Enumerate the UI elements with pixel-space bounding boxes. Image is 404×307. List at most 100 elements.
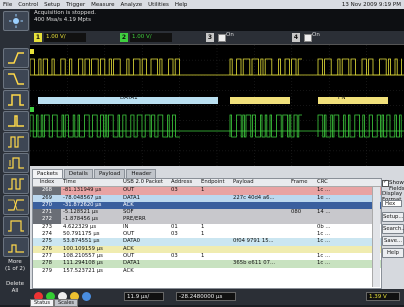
cell-crc xyxy=(315,267,339,275)
cell-crc: 1c ... xyxy=(315,186,339,195)
cell-index: 270 xyxy=(33,201,61,210)
cell-payload xyxy=(231,186,289,195)
table-row[interactable]: 279 157.523721 µs ACK xyxy=(33,267,381,275)
channel-2-number[interactable]: 2 xyxy=(120,33,128,42)
setup-hold-trigger-button[interactable] xyxy=(3,174,29,194)
cell-index: 273 xyxy=(33,223,61,232)
tab-packets[interactable]: Packets xyxy=(32,169,63,178)
pattern-icon xyxy=(8,136,24,148)
cell-packet: OUT xyxy=(121,252,169,261)
tab-status[interactable]: Status xyxy=(30,299,54,307)
help-button[interactable]: Help xyxy=(382,248,404,258)
table-row[interactable]: 269 -78.048567 µs DATA1 227c 40d4 a6... 1e .… xyxy=(33,194,381,202)
falling-edge-trigger-button[interactable] xyxy=(3,69,29,89)
menu-file[interactable]: File xyxy=(0,2,15,8)
column-endpoint[interactable]: Endpoint xyxy=(199,179,231,188)
tab-payload[interactable]: Payload xyxy=(93,169,126,178)
table-row[interactable]: 275 53.874551 µs DATA0 0f04 9791 15... 1c ..… xyxy=(33,238,381,246)
glitch-trigger-button[interactable] xyxy=(3,111,29,131)
cell-frame xyxy=(289,186,315,195)
tab-scales[interactable]: Scales xyxy=(53,299,78,307)
menu-help[interactable]: Help xyxy=(172,2,191,8)
default-setup-button[interactable] xyxy=(82,292,91,301)
column-address[interactable]: Address xyxy=(169,179,199,188)
table-row[interactable]: 274 50.791175 µs OUT 03 1 1c ... xyxy=(33,231,381,239)
trigger-level-field[interactable]: 1.39 V xyxy=(366,292,400,301)
column-index[interactable]: Index xyxy=(33,179,61,188)
table-row[interactable]: 268 -81.131949 µs OUT 03 1 1c ... xyxy=(33,186,381,195)
cell-endpoint: 1 xyxy=(199,231,231,239)
column-frame[interactable]: Frame xyxy=(289,179,315,188)
display-format-select[interactable]: Hex xyxy=(382,200,402,207)
delete-sub-label: All xyxy=(11,288,19,294)
tab-header[interactable]: Header xyxy=(126,169,157,178)
timeout-trigger-button[interactable] xyxy=(3,216,29,236)
channel-3-number[interactable]: 3 xyxy=(206,33,214,42)
column-time[interactable]: Time xyxy=(61,179,121,188)
show-fields-checkbox[interactable] xyxy=(382,179,389,187)
table-row[interactable]: 270 -31.872620 µs ACK xyxy=(33,201,381,210)
runt-trigger-button[interactable] xyxy=(3,237,29,257)
channel-1-scale[interactable]: 1.00 V/ xyxy=(44,33,86,42)
pattern-trigger-button[interactable] xyxy=(3,132,29,152)
column-crc[interactable]: CRC xyxy=(315,179,339,188)
packets-tabs: Packets Details Payload Header xyxy=(32,169,157,178)
menu-setup[interactable]: Setup xyxy=(41,2,63,8)
table-row[interactable]: 271 -5.128521 µs SOF 080 14 ... xyxy=(33,209,381,217)
waveform-trace xyxy=(30,58,180,76)
cell-index: 268 xyxy=(33,186,61,195)
cell-address xyxy=(169,245,199,253)
state-icon xyxy=(8,157,24,169)
cell-address xyxy=(169,201,199,210)
channel-4-on-checkbox[interactable] xyxy=(304,34,312,42)
waveform-trace xyxy=(317,58,402,76)
menu-trigger[interactable]: Trigger xyxy=(63,2,88,8)
menu-analyze[interactable]: Analyze xyxy=(117,2,145,8)
table-scrollbar[interactable] xyxy=(372,187,380,287)
decode-label-in: I N xyxy=(338,95,346,101)
status-tabs: Status Scales xyxy=(30,299,78,307)
setup-hold-icon xyxy=(8,178,24,190)
table-row[interactable]: 278 111.294108 µs DATA1 365b e611 07... 1c .… xyxy=(33,260,381,268)
column-payload[interactable]: Payload xyxy=(231,179,289,188)
time-per-div-field[interactable]: 11.9 µs/ xyxy=(124,292,164,301)
channel-3-on-checkbox[interactable] xyxy=(218,34,226,42)
scope-logo-button[interactable] xyxy=(3,11,29,31)
table-row[interactable]: 273 4.622329 µs IN 01 1 0b ... xyxy=(33,223,381,232)
cell-packet: ACK xyxy=(121,267,169,275)
pulse-width-trigger-button[interactable] xyxy=(3,90,29,110)
column-packet[interactable]: USB 2.0 Packet xyxy=(121,179,169,188)
table-row[interactable]: 272 -1.878456 µs PRE/ERR xyxy=(33,216,381,224)
channel-2-marker xyxy=(30,107,34,112)
delete-all-button[interactable]: Delete All xyxy=(0,281,30,295)
waveform-display[interactable]: DATA1 I N xyxy=(30,45,404,166)
channel-4-number[interactable]: 4 xyxy=(292,33,300,42)
menu-measure[interactable]: Measure xyxy=(88,2,117,8)
search-button[interactable]: Search... xyxy=(382,224,404,234)
cell-index: 272 xyxy=(33,216,61,224)
cell-packet: DATA1 xyxy=(121,260,169,268)
cell-index: 279 xyxy=(33,267,61,275)
state-trigger-button[interactable] xyxy=(3,153,29,173)
cell-index: 269 xyxy=(33,194,61,202)
more-button[interactable]: More (1 of 2) xyxy=(0,259,30,273)
table-row[interactable]: 276 100.109159 µs ACK xyxy=(33,245,381,253)
channel-1-number[interactable]: 1 xyxy=(34,33,42,42)
sun-icon xyxy=(9,14,23,28)
cell-crc: 1c ... xyxy=(315,238,339,246)
cell-endpoint xyxy=(199,201,231,210)
edge-transition-trigger-button[interactable] xyxy=(3,195,29,215)
time-delay-field[interactable]: -28.2480000 µs xyxy=(176,292,236,301)
channel-2-scale[interactable]: 1.00 V/ xyxy=(130,33,172,42)
setup-button[interactable]: Setup... xyxy=(382,212,404,222)
tab-details[interactable]: Details xyxy=(63,169,93,178)
timeout-icon xyxy=(8,220,24,232)
cell-payload xyxy=(231,209,289,217)
more-sub-label: (1 of 2) xyxy=(4,266,26,272)
cell-payload xyxy=(231,223,289,232)
menu-control[interactable]: Control xyxy=(15,2,41,8)
save-button[interactable]: Save... xyxy=(382,236,404,246)
menu-utilities[interactable]: Utilities xyxy=(145,2,172,8)
rising-edge-trigger-button[interactable] xyxy=(3,48,29,68)
table-row[interactable]: 277 108.210557 µs OUT 03 1 1c ... xyxy=(33,252,381,261)
